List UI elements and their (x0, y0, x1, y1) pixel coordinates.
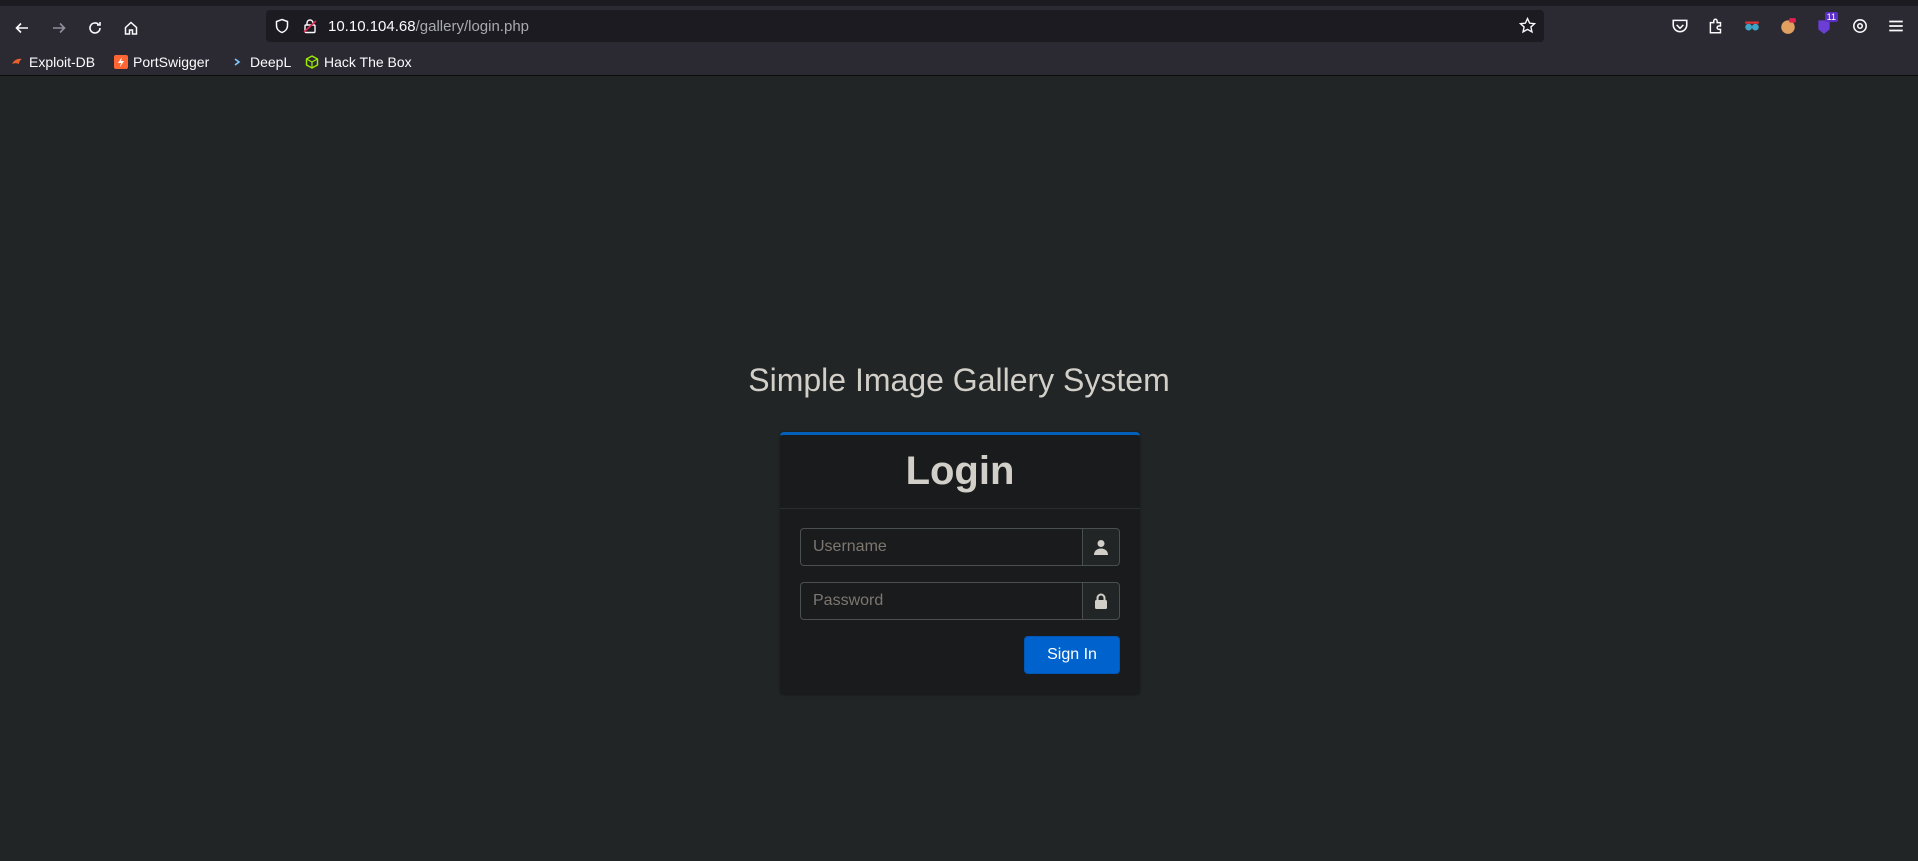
pocket-icon (1672, 19, 1688, 33)
menu-button[interactable] (1886, 16, 1906, 36)
hamburger-icon (1889, 20, 1903, 32)
puzzle-icon (1709, 18, 1722, 34)
reload-icon (89, 22, 101, 34)
cookie-face-icon (1781, 18, 1796, 34)
arrow-right-icon (53, 22, 66, 34)
arrow-left-icon (15, 22, 28, 34)
bookmark-deepl[interactable]: DeepL (231, 52, 291, 72)
back-button[interactable] (8, 14, 36, 42)
ext-settings-button[interactable] (1850, 16, 1870, 36)
bookmark-label: DeepL (250, 54, 292, 70)
password-addon (1082, 582, 1120, 620)
deepl-icon (234, 58, 241, 66)
lock-icon (1095, 593, 1107, 609)
login-heading: Login (905, 449, 1015, 493)
pocket-button[interactable] (1670, 16, 1690, 36)
bookmark-label: Hack The Box (324, 54, 412, 70)
bookmark-star-icon[interactable] (1519, 17, 1536, 34)
bookmark-label: Exploit-DB (29, 54, 96, 70)
app-title: Simple Image Gallery System (748, 362, 1170, 398)
bookmark-label: PortSwigger (133, 54, 210, 70)
ext-spy-button[interactable] (1742, 16, 1762, 36)
password-group (800, 582, 1120, 620)
url-host: 10.10.104.68 (328, 18, 416, 35)
card-header: Login (780, 435, 1140, 509)
gear-icon (1853, 19, 1867, 33)
login-card: Login Sign In (780, 432, 1140, 695)
extensions-button[interactable] (1706, 16, 1726, 36)
shield-icon[interactable] (274, 18, 290, 34)
bookmark-hackthebox[interactable]: Hack The Box (305, 52, 412, 72)
spy-glasses-icon (1745, 21, 1759, 31)
user-icon (1094, 540, 1108, 555)
portswigger-icon (114, 55, 128, 69)
url-bar[interactable]: 10.10.104.68/gallery/login.php (266, 10, 1544, 42)
url-path: /gallery/login.php (415, 18, 530, 35)
username-input[interactable] (800, 528, 1082, 566)
login-form: Sign In (800, 528, 1120, 674)
hackthebox-icon (305, 55, 319, 69)
page-content: Simple Image Gallery System Login Sign I… (0, 77, 1918, 861)
ext-cookie-button[interactable] (1778, 16, 1798, 36)
home-button[interactable] (117, 14, 145, 42)
bookmark-portswigger[interactable]: PortSwigger (114, 52, 209, 72)
reload-button[interactable] (81, 14, 109, 42)
url-text[interactable]: 10.10.104.68/gallery/login.php (328, 18, 529, 35)
ext-badge-button[interactable]: 11 (1814, 12, 1838, 36)
bookmark-exploit-db[interactable]: Exploit-DB (10, 52, 95, 72)
forward-button[interactable] (45, 14, 73, 42)
username-group (800, 528, 1120, 566)
home-icon (124, 21, 138, 35)
ext-badge-count: 11 (1824, 12, 1838, 22)
browser-toolbar: 10.10.104.68/gallery/login.php 11 (0, 0, 1918, 48)
exploit-db-icon (12, 58, 22, 64)
sign-in-button[interactable]: Sign In (1024, 636, 1120, 674)
insecure-lock-icon[interactable] (302, 18, 318, 34)
bookmarks-bar: Exploit-DB PortSwigger DeepL Hack The Bo… (0, 48, 1918, 76)
password-input[interactable] (800, 582, 1082, 620)
username-addon (1082, 528, 1120, 566)
